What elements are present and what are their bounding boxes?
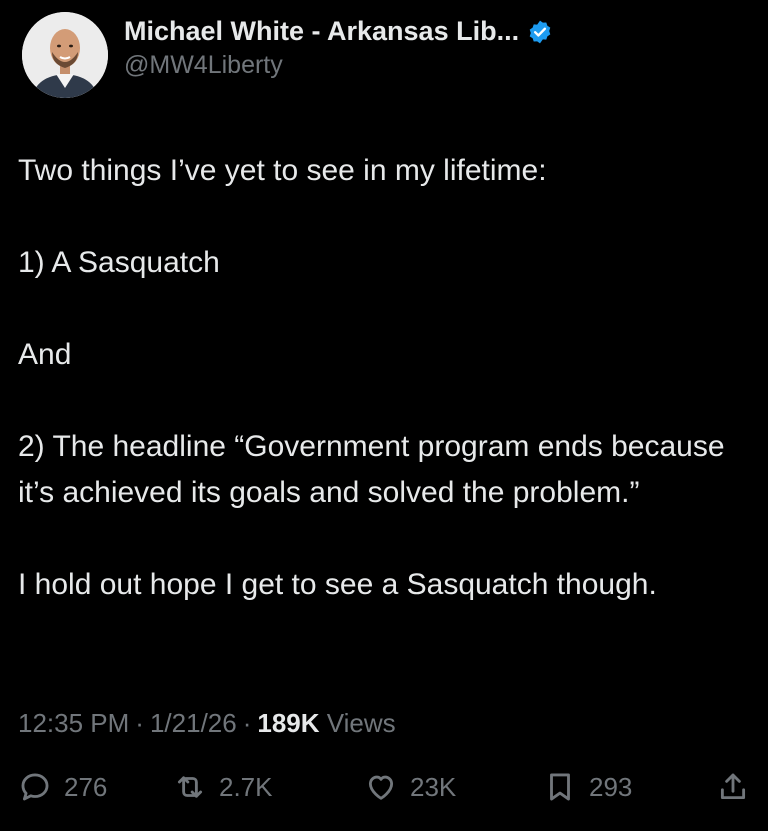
bookmark-button[interactable]: 293: [543, 770, 632, 804]
bookmark-count: 293: [589, 771, 633, 802]
avatar[interactable]: [22, 12, 108, 98]
tweet-date[interactable]: 1/21/26: [150, 708, 237, 738]
tweet-actions: 276 2.7K 23K 293: [18, 770, 753, 820]
tweet-line: Two things I’ve yet to see in my lifetim…: [18, 154, 547, 187]
tweet-time[interactable]: 12:35 PM: [18, 708, 129, 738]
tweet-header: Michael White - Arkansas Lib... @MW4Libe…: [22, 12, 553, 98]
repost-count: 2.7K: [219, 771, 273, 802]
tweet-meta: 12:35 PM · 1/21/26 · 189K Views: [18, 708, 396, 739]
avatar-image: [22, 12, 108, 98]
tweet-line: And: [18, 338, 72, 371]
repost-button[interactable]: 2.7K: [173, 770, 273, 804]
author-display-name[interactable]: Michael White - Arkansas Lib...: [124, 16, 519, 47]
like-count: 23K: [410, 771, 457, 802]
tweet-text: Two things I’ve yet to see in my lifetim…: [18, 148, 753, 608]
heart-icon: [368, 775, 394, 800]
tweet-line: I hold out hope I get to see a Sasquatch…: [18, 568, 657, 601]
share-icon: [720, 773, 746, 800]
author-handle[interactable]: @MW4Liberty: [124, 51, 553, 80]
bookmark-icon: [550, 773, 570, 801]
reply-icon: [21, 773, 49, 801]
like-button[interactable]: 23K: [364, 770, 456, 804]
reply-button[interactable]: 276: [18, 770, 107, 804]
separator-dot: ·: [135, 708, 144, 738]
reply-count: 276: [64, 771, 108, 802]
verified-badge-icon: [527, 19, 553, 45]
tweet-line: 2) The headline “Government program ends…: [18, 430, 725, 509]
views-count: 189K: [257, 708, 320, 738]
tweet-line: 1) A Sasquatch: [18, 246, 220, 279]
views-label: Views: [326, 708, 396, 738]
separator-dot: ·: [242, 708, 252, 738]
share-button[interactable]: [716, 770, 750, 804]
repost-icon: [177, 776, 203, 798]
